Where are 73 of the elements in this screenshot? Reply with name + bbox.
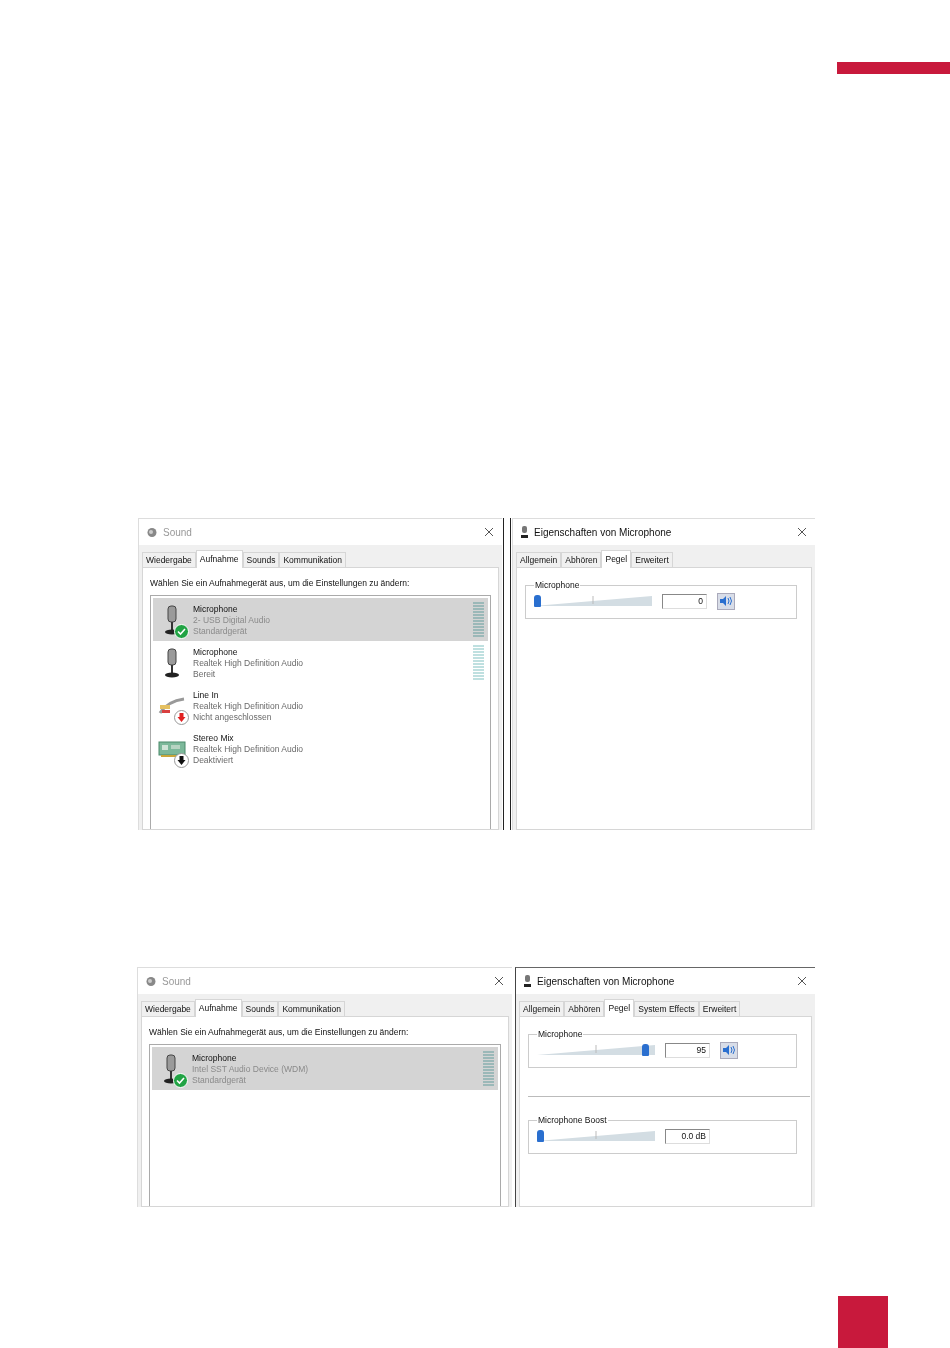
check-badge-icon — [173, 1072, 188, 1088]
group-label: Microphone — [534, 580, 581, 590]
check-badge-icon — [174, 623, 189, 639]
window-title: Sound — [162, 975, 192, 987]
microphone-icon — [163, 1053, 179, 1084]
device-row[interactable]: Stereo Mix Realtek High Definition Audio Deaktiviert — [153, 727, 488, 770]
slider-thumb[interactable] — [642, 1044, 650, 1056]
tab[interactable]: Pegel — [601, 550, 632, 568]
slider-thumb[interactable] — [534, 595, 541, 607]
device-driver: Realtek High Definition Audio — [193, 657, 305, 668]
sound-card-icon — [158, 738, 186, 759]
tab[interactable]: Wiedergabe — [142, 552, 196, 567]
speaker-icon — [723, 1045, 735, 1055]
device-name: Microphone — [193, 603, 239, 614]
tab[interactable]: Sounds — [241, 1001, 279, 1016]
close-icon[interactable] — [797, 527, 807, 537]
close-icon[interactable] — [797, 976, 807, 986]
device-row[interactable]: Line In Realtek High Definition Audio Nicht angeschlossen — [153, 684, 488, 727]
value-field[interactable]: 95 — [665, 1042, 710, 1058]
instruction-text: Wählen Sie ein Aufnahmegerät aus, um die Einstellungen zu ändern: — [149, 1027, 410, 1037]
down-arrow-badge-icon — [174, 709, 189, 725]
tab[interactable]: Kommunikation — [279, 552, 347, 567]
device-driver: Intel SST Audio Device (WDM) — [192, 1063, 310, 1074]
value-field[interactable]: 0.0 dB — [665, 1128, 710, 1144]
device-status: Deaktiviert — [193, 754, 235, 765]
device-status: Nicht angeschlossen — [193, 711, 273, 722]
window-title: Sound — [163, 526, 193, 538]
tab[interactable]: Pegel — [604, 999, 635, 1017]
group-label: Microphone — [537, 1029, 584, 1039]
mute-button[interactable] — [720, 1041, 738, 1059]
device-row[interactable]: Microphone Realtek High Definition Audio Bereit — [153, 641, 488, 684]
device-driver: 2- USB Digital Audio — [193, 614, 271, 625]
page-marker — [838, 1296, 888, 1348]
down-arrow-badge-icon — [174, 752, 189, 768]
close-icon[interactable] — [494, 976, 504, 986]
tab[interactable]: Erweitert — [631, 552, 673, 567]
speaker-icon — [146, 975, 156, 987]
tab[interactable]: Allgemein — [516, 552, 562, 567]
tab[interactable]: Abhören — [561, 552, 602, 567]
tab[interactable]: Sounds — [242, 552, 280, 567]
group-label: Microphone Boost — [537, 1115, 608, 1125]
mute-button[interactable] — [717, 592, 735, 610]
value-field[interactable]: 0 — [662, 593, 707, 609]
tab[interactable]: Allgemein — [519, 1001, 565, 1016]
device-status: Bereit — [193, 668, 217, 679]
tab[interactable]: Erweitert — [698, 1001, 741, 1016]
device-status: Standardgerät — [192, 1074, 247, 1085]
instruction-text: Wählen Sie ein Aufnahmegerät aus, um die Einstellungen zu ändern: — [150, 578, 411, 588]
device-driver: Realtek High Definition Audio — [193, 743, 305, 754]
speaker-icon — [147, 526, 157, 538]
device-name: Microphone — [192, 1052, 238, 1063]
tab[interactable]: Abhören — [564, 1001, 605, 1016]
close-icon[interactable] — [484, 527, 494, 537]
window-title: Eigenschaften von Microphone — [537, 975, 676, 987]
device-status: Standardgerät — [193, 625, 248, 636]
device-name: Microphone — [193, 646, 239, 657]
tab[interactable]: System Effects — [634, 1001, 699, 1016]
tab[interactable]: Kommunikation — [278, 1001, 346, 1016]
device-driver: Realtek High Definition Audio — [193, 700, 305, 711]
tab[interactable]: Aufnahme — [195, 550, 243, 568]
device-name: Line In — [193, 689, 220, 700]
microphone-icon — [164, 647, 180, 678]
speaker-icon — [720, 596, 732, 606]
tab[interactable]: Aufnahme — [194, 999, 242, 1017]
microphone-icon — [521, 526, 528, 538]
slider-thumb[interactable] — [537, 1130, 544, 1142]
device-row[interactable]: Microphone 2- USB Digital Audio Standardgerät — [153, 598, 488, 641]
device-name: Stereo Mix — [193, 732, 235, 743]
window-title: Eigenschaften von Microphone — [534, 526, 673, 538]
device-row[interactable]: Microphone Intel SST Audio Device (WDM) Standardgerät — [152, 1047, 498, 1090]
tab[interactable]: Wiedergabe — [141, 1001, 195, 1016]
microphone-icon — [524, 975, 531, 987]
microphone-icon — [164, 604, 180, 635]
